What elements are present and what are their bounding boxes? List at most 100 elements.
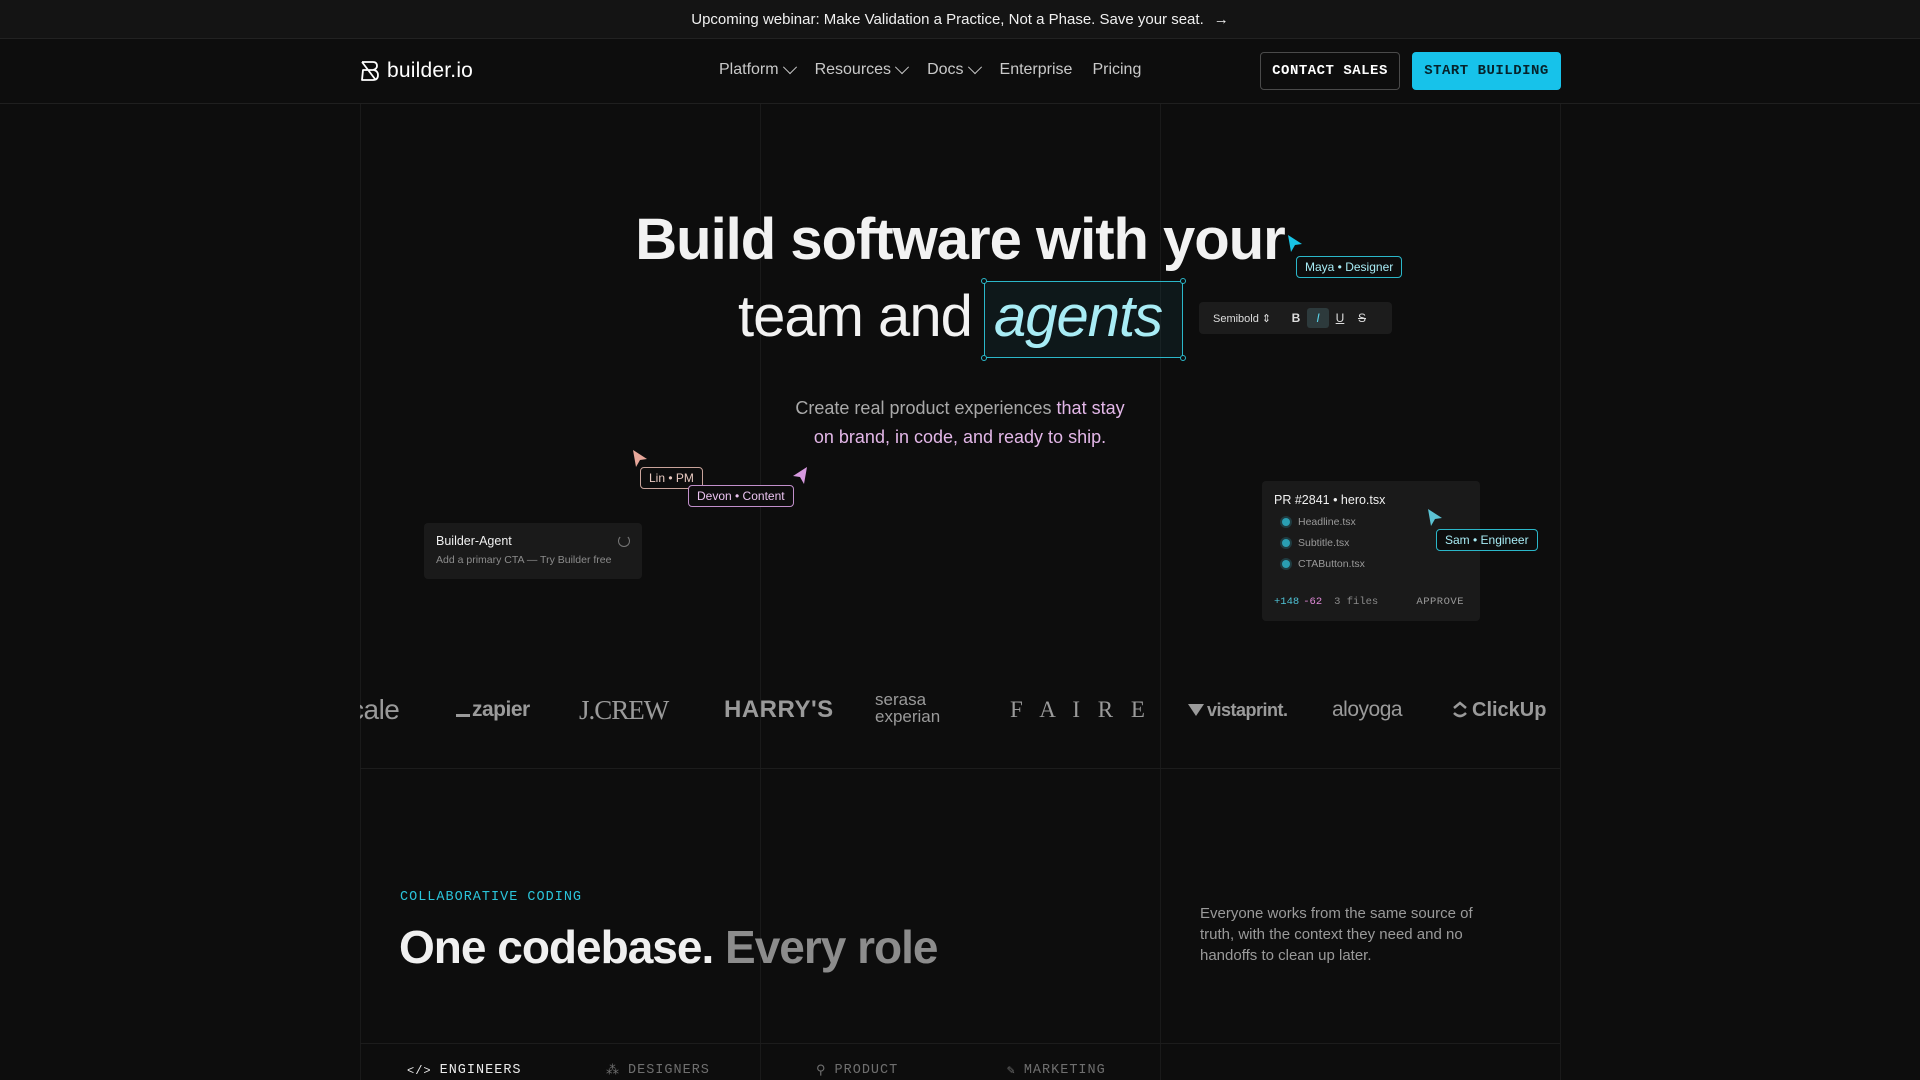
cursor-arrow-icon — [633, 450, 647, 467]
logo-vistaprint: vistaprint. — [1188, 690, 1288, 730]
brush-icon: ✎ — [1007, 1063, 1016, 1078]
logo-clickup: ClickUp — [1452, 690, 1546, 730]
hero-heading-line2: team and — [738, 284, 973, 349]
cursor-arrow-icon — [1288, 235, 1302, 252]
divider — [360, 768, 1560, 769]
clickup-mark-icon — [1453, 701, 1467, 718]
agent-status-card[interactable]: Builder-Agent Add a primary CTA — Try Bu… — [424, 523, 642, 579]
palette-icon: ⁂ — [606, 1063, 620, 1078]
chevron-down-icon — [894, 60, 910, 75]
builder-logo-icon — [361, 61, 379, 81]
code-icon: </> — [407, 1063, 432, 1078]
logo-serasa-experian: serasa experian — [875, 690, 941, 726]
page: Upcoming webinar: Make Validation a Prac… — [0, 0, 1920, 1080]
updown-arrows-icon: ⇕ — [1261, 312, 1272, 325]
underline-button[interactable]: U — [1329, 308, 1351, 328]
logo-harrys: HARRY'S — [724, 696, 834, 723]
text-format-toolbar: Semibold ⇕ B I U S — [1199, 302, 1392, 334]
cursor-arrow-icon — [793, 467, 807, 484]
cursor-label-maya: Maya • Designer — [1296, 256, 1403, 278]
font-weight-select[interactable]: Semibold ⇕ — [1199, 312, 1285, 325]
contact-sales-button[interactable]: CONTACT SALES — [1260, 52, 1400, 90]
section-title-dim: Every role — [725, 921, 938, 973]
subtitle-highlight: that stay — [1056, 398, 1125, 418]
tab-designers[interactable]: ⁂ DESIGNERS — [606, 1063, 710, 1078]
approve-button[interactable]: APPROVE — [1416, 596, 1464, 608]
pr-deletions: -62 — [1303, 596, 1323, 608]
status-dot-icon — [1282, 518, 1290, 526]
logo-zapier: zapier — [456, 690, 530, 730]
brand-logo[interactable]: builder.io — [359, 59, 473, 83]
subtitle-highlight: on brand, in code, and ready to ship. — [813, 427, 1107, 447]
customer-logo-strip: cale zapier J.CREW HARRY'S serasa experi… — [360, 690, 1560, 730]
resize-handle[interactable] — [1180, 355, 1186, 361]
network-icon: ⚲ — [816, 1063, 827, 1078]
hero-heading-line1: Build software with your — [635, 207, 1286, 272]
arrow-right-icon: → — [1213, 10, 1229, 28]
hero-subtitle: Create real product experiences that sta… — [0, 394, 1920, 452]
cursor-label-sam: Sam • Engineer — [1436, 529, 1538, 551]
subtitle-text: Create real product experiences — [795, 398, 1057, 418]
nav-item-label: Pricing — [1092, 61, 1142, 78]
chevron-down-icon — [967, 60, 982, 75]
section-eyebrow: COLLABORATIVE CODING — [400, 890, 583, 905]
announcement-banner[interactable]: Upcoming webinar: Make Validation a Prac… — [0, 0, 1920, 39]
logo-vistaprint-text: vistaprint. — [1207, 699, 1288, 720]
italic-button[interactable]: I — [1307, 308, 1329, 328]
section-title-main: One codebase. — [399, 921, 714, 973]
hero-highlight-word: agents — [994, 284, 1163, 349]
changed-file: CTAButton.tsx — [1282, 558, 1468, 570]
cursor-label-devon: Devon • Content — [688, 485, 794, 507]
agent-task: Add a primary CTA — Try Builder free — [436, 554, 612, 566]
file-name: CTAButton.tsx — [1298, 558, 1365, 570]
resize-handle[interactable] — [981, 278, 987, 284]
logo-aloyoga: aloyoga — [1332, 698, 1403, 721]
nav-item-enterprise[interactable]: Enterprise — [1000, 61, 1073, 79]
tab-label: DESIGNERS — [628, 1063, 710, 1078]
spinner-icon — [618, 535, 630, 547]
status-dot-icon — [1282, 539, 1290, 547]
chevron-down-icon — [782, 60, 797, 75]
role-tabs: </> ENGINEERS ⁂ DESIGNERS ⚲ PRODUCT ✎ MA… — [360, 1043, 1560, 1080]
top-nav: builder.io Platform Resources Docs Enter… — [0, 39, 1920, 104]
logo-faire: F A I R E — [1010, 697, 1151, 722]
agent-name: Builder-Agent — [436, 534, 512, 548]
brand-name: builder.io — [387, 59, 474, 82]
nav-item-resources[interactable]: Resources — [814, 60, 910, 79]
nav-item-docs[interactable]: Docs — [927, 60, 982, 79]
resize-handle[interactable] — [1180, 278, 1186, 284]
tab-label: ENGINEERS — [439, 1063, 522, 1078]
pull-request-card[interactable]: PR #2841 • hero.tsx Headline.tsx Subtitl… — [1262, 481, 1480, 621]
logo-zapier-text: zapier — [472, 698, 530, 721]
nav-item-label: Docs — [927, 61, 964, 78]
pr-footer: +148 -62 3 files APPROVE — [1274, 596, 1464, 608]
tab-label: PRODUCT — [834, 1063, 899, 1078]
nav-item-label: Enterprise — [999, 61, 1073, 78]
nav-item-label: Platform — [719, 61, 779, 78]
bold-button[interactable]: B — [1285, 308, 1307, 328]
tab-label: MARKETING — [1023, 1063, 1106, 1078]
vistaprint-mark-icon — [1188, 704, 1204, 716]
tab-marketing[interactable]: ✎ MARKETING — [1007, 1063, 1106, 1078]
main-menu: Platform Resources Docs Enterprise Prici… — [719, 60, 1141, 79]
nav-item-platform[interactable]: Platform — [719, 60, 797, 79]
start-building-button[interactable]: START BUILDING — [1412, 52, 1561, 90]
file-name: Subtitle.tsx — [1298, 537, 1350, 549]
logo-scale: cale — [360, 694, 400, 725]
resize-handle[interactable] — [981, 355, 987, 361]
tab-engineers[interactable]: </> ENGINEERS — [407, 1063, 522, 1078]
zapier-mark-icon — [456, 713, 470, 717]
pr-title: PR #2841 • hero.tsx — [1274, 493, 1386, 507]
cursor-arrow-icon — [1428, 509, 1442, 526]
font-weight-value: Semibold — [1213, 312, 1259, 325]
logo-jcrew: J.CREW — [579, 694, 669, 725]
nav-item-pricing[interactable]: Pricing — [1092, 61, 1141, 79]
logo-clickup-text: ClickUp — [1472, 698, 1547, 721]
status-dot-icon — [1282, 560, 1290, 568]
nav-item-label: Resources — [814, 61, 892, 78]
pr-additions: +148 — [1274, 596, 1300, 608]
pr-files-count: 3 files — [1334, 596, 1379, 608]
strikethrough-button[interactable]: S — [1351, 308, 1373, 328]
file-name: Headline.tsx — [1298, 516, 1356, 528]
tab-product[interactable]: ⚲ PRODUCT — [816, 1063, 898, 1078]
